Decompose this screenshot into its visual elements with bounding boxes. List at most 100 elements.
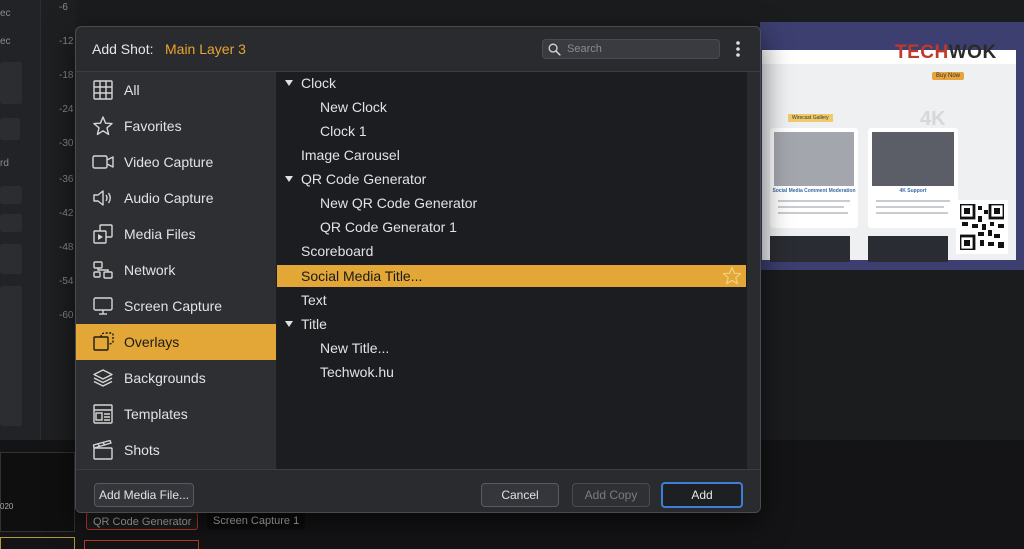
tree-item-label: Text <box>301 292 327 308</box>
tree-item-new-qr-code-generator[interactable]: New QR Code Generator <box>277 192 746 214</box>
side-label: rd <box>0 158 9 169</box>
tree-item-label: QR Code Generator 1 <box>320 219 457 235</box>
add-media-file-button[interactable]: Add Media File... <box>94 483 194 507</box>
preview-video <box>770 236 850 262</box>
tree-item-new-clock[interactable]: New Clock <box>277 96 746 118</box>
tree-item-new-title[interactable]: New Title... <box>277 337 746 359</box>
preview-card-image <box>774 132 854 186</box>
sidebar-item-video-capture[interactable]: Video Capture <box>76 144 276 180</box>
sidebar-item-audio-capture[interactable]: Audio Capture <box>76 180 276 216</box>
preview-text-line <box>876 212 948 214</box>
grid-icon <box>93 80 113 100</box>
brand-part: TECH <box>895 42 949 63</box>
tree-scrollbar[interactable] <box>747 72 760 469</box>
sidebar-item-templates[interactable]: Templates <box>76 396 276 432</box>
tree-item-qr-code-generator-1[interactable]: QR Code Generator 1 <box>277 216 746 238</box>
preview-badge: Wirecast Gallery <box>788 114 833 122</box>
ruler-tick: -42 <box>59 208 74 219</box>
tree-item-label: Social Media Title... <box>301 268 423 284</box>
side-box <box>0 244 22 274</box>
tree-group-clock[interactable]: Clock <box>277 72 746 94</box>
shot-tab-screen-capture[interactable]: Screen Capture 1 <box>207 512 306 530</box>
sidebar-item-label: Screen Capture <box>124 298 223 314</box>
tree-item-label: Title <box>301 316 327 332</box>
ruler-tick: -6 <box>59 2 68 13</box>
side-box <box>0 186 22 204</box>
tree-item-text[interactable]: Text <box>277 289 746 311</box>
side-label: ec <box>0 36 11 47</box>
more-options-icon[interactable] <box>732 39 744 59</box>
qr-code-graphic <box>958 202 1006 252</box>
side-box <box>0 286 22 426</box>
sidebar-item-overlays[interactable]: Overlays <box>76 324 276 360</box>
audio-meter-ruler: -6 -12 -18 -24 -30 -36 -42 -48 -54 -60 <box>40 0 76 440</box>
shot-thumbnail-label: 020 <box>0 502 14 511</box>
ruler-tick: -12 <box>59 36 74 47</box>
sidebar-item-shots[interactable]: Shots <box>76 432 276 468</box>
sidebar-item-all[interactable]: All <box>76 72 276 108</box>
side-dropdown[interactable] <box>0 118 20 140</box>
tree-item-label: Clock <box>301 75 337 91</box>
shot-thumbnail[interactable] <box>0 452 75 532</box>
shot-thumbnail[interactable] <box>84 540 199 549</box>
tree-item-scoreboard[interactable]: Scoreboard <box>277 240 746 262</box>
cancel-button[interactable]: Cancel <box>481 483 559 507</box>
ruler-tick: -48 <box>59 242 74 253</box>
favorite-star-icon[interactable] <box>722 266 742 286</box>
network-icon <box>93 261 113 279</box>
sidebar-item-label: Media Files <box>124 226 196 242</box>
overlays-icon <box>93 332 114 351</box>
live-preview: Wirecast Gallery Social Media Comment Mo… <box>760 22 1024 270</box>
sidebar-item-label: Backgrounds <box>124 370 206 386</box>
monitor-icon <box>93 297 113 315</box>
search-box[interactable] <box>542 39 720 59</box>
preview-text-line <box>778 200 850 202</box>
preview-text-line <box>778 212 848 214</box>
tree-item-image-carousel[interactable]: Image Carousel <box>277 144 746 166</box>
disclosure-triangle-icon[interactable] <box>285 175 293 183</box>
tree-group-qr-code-generator[interactable]: QR Code Generator <box>277 168 746 190</box>
sidebar-item-media-files[interactable]: Media Files <box>76 216 276 252</box>
sidebar-item-network[interactable]: Network <box>76 252 276 288</box>
preview-buy-button: Buy Now <box>932 72 965 80</box>
dialog-header: Add Shot: Main Layer 3 <box>76 27 760 72</box>
sidebar-item-label: All <box>124 82 140 98</box>
add-button[interactable]: Add <box>661 482 743 508</box>
tree-item-label: Techwok.hu <box>320 364 394 380</box>
tree-group-title[interactable]: Title <box>277 313 746 335</box>
tree-item-techwok[interactable]: Techwok.hu <box>277 361 746 383</box>
sidebar-item-screen-capture[interactable]: Screen Capture <box>76 288 276 324</box>
speaker-icon <box>93 190 111 206</box>
add-copy-button[interactable]: Add Copy <box>572 483 650 507</box>
disclosure-triangle-icon[interactable] <box>285 79 293 87</box>
ruler-tick: -60 <box>59 310 74 321</box>
sidebar-item-label: Network <box>124 262 176 278</box>
side-label: ec <box>0 8 11 19</box>
ruler-tick: -18 <box>59 70 74 81</box>
tree-item-social-media-title[interactable]: Social Media Title... <box>277 265 746 287</box>
search-input[interactable] <box>567 41 715 57</box>
layers-icon <box>93 369 113 387</box>
tree-item-label: New Title... <box>320 340 390 356</box>
disclosure-triangle-icon[interactable] <box>285 320 293 328</box>
shot-thumbnail[interactable] <box>0 537 75 549</box>
preview-card-title: 4K Support <box>899 188 927 194</box>
ruler-tick: -30 <box>59 138 74 149</box>
video-camera-icon <box>92 155 114 169</box>
preview-text-line <box>876 200 950 202</box>
sidebar-item-backgrounds[interactable]: Backgrounds <box>76 360 276 396</box>
shot-tab-qr-code-generator[interactable]: QR Code Generator <box>86 512 199 530</box>
sidebar-item-label: Favorites <box>124 118 182 134</box>
preview-card: 4K Support <box>868 128 958 228</box>
sidebar-item-label: Templates <box>124 406 188 422</box>
preview-card-title: Social Media Comment Moderation <box>772 188 856 194</box>
brand-part: WOK <box>948 42 997 63</box>
preview-text-line <box>876 206 944 208</box>
preview-card: Social Media Comment Moderation <box>770 128 858 228</box>
tree-item-label: New Clock <box>320 99 387 115</box>
tree-item-clock-1[interactable]: Clock 1 <box>277 120 746 142</box>
sidebar-item-label: Overlays <box>124 334 180 350</box>
preview-brand-logo: TECHWOK <box>895 42 997 64</box>
clapper-icon <box>92 440 113 460</box>
sidebar-item-favorites[interactable]: Favorites <box>76 108 276 144</box>
